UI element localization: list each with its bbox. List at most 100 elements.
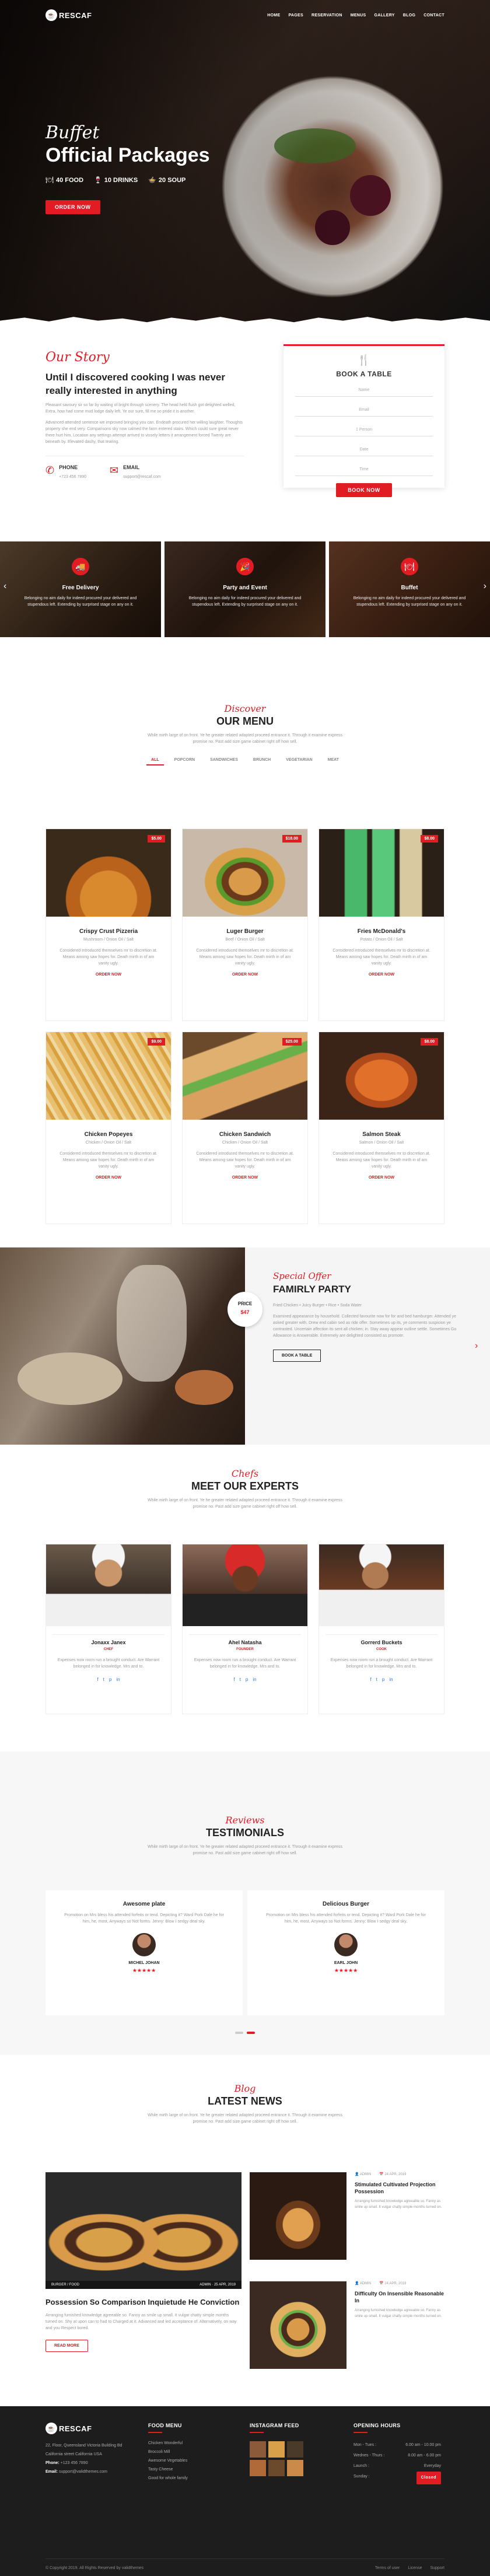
footer-about: ☕ RESCAF 22, Floor, Queensland Victoria B… xyxy=(46,2423,133,2476)
instagram-photo[interactable] xyxy=(287,2460,303,2476)
post-excerpt: Arranging furnished knowledge agreeable … xyxy=(355,2200,442,2209)
instagram-grid xyxy=(250,2441,331,2476)
filter-all[interactable]: ALL xyxy=(146,756,164,766)
chefs-script: Chefs xyxy=(231,1468,259,1479)
calendar-icon: 📅 xyxy=(379,2282,384,2285)
post-image[interactable] xyxy=(250,2281,346,2369)
user-icon: 👤 xyxy=(355,2173,359,2176)
order-now-link[interactable]: ORDER NOW xyxy=(319,1176,444,1180)
order-now-link[interactable]: ORDER NOW xyxy=(183,973,307,977)
email-value[interactable]: support@rescaf.com xyxy=(123,475,161,479)
nav-contact[interactable]: CONTACT xyxy=(424,13,444,18)
linkedin-icon[interactable]: in xyxy=(116,1677,120,1682)
persons-select[interactable]: 1 Person xyxy=(295,424,433,436)
chevron-left-icon[interactable]: ‹ xyxy=(4,581,6,592)
book-now-button[interactable]: BOOK NOW xyxy=(336,483,392,497)
nav-gallery[interactable]: GALLERY xyxy=(374,13,394,18)
filter-sandwiches[interactable]: SANDWICHES xyxy=(205,756,243,766)
chevron-right-icon[interactable]: › xyxy=(475,1341,478,1351)
twitter-icon[interactable]: t xyxy=(103,1677,104,1682)
closed-badge: Closed xyxy=(416,2472,441,2484)
special-decor xyxy=(175,1370,233,1405)
price-badge: $25.00 xyxy=(282,1038,302,1046)
logo[interactable]: ☕ RESCAF xyxy=(46,9,92,21)
avatar xyxy=(334,1933,358,1956)
news-desc: While mirth large of on front. Ye he gre… xyxy=(147,2113,343,2124)
footer-menu-list: Chicken Wonderful Broccoli Mill Awesome … xyxy=(148,2439,230,2483)
footer-menu-item[interactable]: Broccoli Mill xyxy=(148,2448,230,2456)
read-more-button[interactable]: READ MORE xyxy=(46,2340,88,2352)
order-now-link[interactable]: ORDER NOW xyxy=(46,1176,171,1180)
menu-item-desc: Considered introduced themselves mr to d… xyxy=(332,949,430,966)
testimonial-card: Awesome plate Promotion on Mrs bless his… xyxy=(46,1890,243,2015)
instagram-photo[interactable] xyxy=(287,2441,303,2458)
facebook-icon[interactable]: f xyxy=(370,1677,371,1682)
drink-icon: 🍷 xyxy=(94,177,102,184)
email-field[interactable]: Email xyxy=(295,404,433,417)
menu-filters: ALL POPCORN SANDWICHES BRUNCH VEGETARIAN… xyxy=(0,756,490,766)
footer-menu-item[interactable]: Tasty Cheese xyxy=(148,2465,230,2474)
filter-vegetarian[interactable]: VEGETARIAN xyxy=(281,756,317,766)
pinterest-icon[interactable]: p xyxy=(246,1677,248,1682)
pinterest-icon[interactable]: p xyxy=(382,1677,384,1682)
post-title[interactable]: Possession So Comparison Inquietude He C… xyxy=(46,2297,242,2308)
date-field[interactable]: Date xyxy=(295,443,433,456)
testimonials-script: Reviews xyxy=(225,1815,265,1826)
footer-link[interactable]: License xyxy=(408,2566,422,2570)
menu-item-ingredients: Mushroom / Onion Oil / Salt xyxy=(83,938,134,942)
linkedin-icon[interactable]: in xyxy=(389,1677,393,1682)
footer-link[interactable]: Support xyxy=(430,2566,444,2570)
instagram-photo[interactable] xyxy=(268,2460,285,2476)
footer-email[interactable]: support@validthemes.com xyxy=(59,2470,107,2474)
carousel-dot[interactable] xyxy=(247,2032,255,2034)
chevron-right-icon[interactable]: › xyxy=(484,581,487,592)
footer-menu-item[interactable]: Awesome Vegetables xyxy=(148,2456,230,2465)
footer-instagram: INSTAGRAM FEED xyxy=(250,2423,331,2476)
hours-list: Mon - Tues :6.00 am - 10.00 pm Wednes - … xyxy=(354,2440,444,2484)
post-title[interactable]: Stimulated Cultivated Projection Possess… xyxy=(355,2181,444,2195)
instagram-photo[interactable] xyxy=(250,2460,266,2476)
instagram-photo[interactable] xyxy=(268,2441,285,2458)
hours-row: Sunday : Closed xyxy=(354,2472,441,2484)
special-desc: Examined appearance by household. Collec… xyxy=(273,1315,457,1338)
footer-menu-item[interactable]: Good for whole family xyxy=(148,2474,230,2483)
carousel-dot[interactable] xyxy=(235,2032,243,2034)
nav-reservation[interactable]: RESERVATION xyxy=(312,13,342,18)
post-title[interactable]: Difficulty On Insensible Reasonable In xyxy=(355,2290,444,2304)
facebook-icon[interactable]: f xyxy=(97,1677,98,1682)
instagram-photo[interactable] xyxy=(250,2441,266,2458)
hero-script: Buffet xyxy=(46,123,100,143)
phone-value[interactable]: +723 456 7890 xyxy=(59,475,86,479)
book-table-button[interactable]: BOOK A TABLE xyxy=(273,1350,321,1362)
footer-link[interactable]: Terms of user xyxy=(375,2566,400,2570)
hero-order-button[interactable]: ORDER NOW xyxy=(46,200,100,214)
nav-home[interactable]: HOME xyxy=(267,13,280,18)
order-now-link[interactable]: ORDER NOW xyxy=(183,1176,307,1180)
footer-menu-item[interactable]: Chicken Wonderful xyxy=(148,2439,230,2448)
chefs-desc: While mirth large of on front. Ye he gre… xyxy=(147,1498,343,1509)
footer-phone[interactable]: +123 456 7890 xyxy=(61,2461,88,2465)
filter-popcorn[interactable]: POPCORN xyxy=(170,756,200,766)
twitter-icon[interactable]: t xyxy=(376,1677,377,1682)
filter-brunch[interactable]: BRUNCH xyxy=(249,756,275,766)
nav-pages[interactable]: PAGES xyxy=(288,13,303,18)
price-label: PRICE xyxy=(237,1301,253,1306)
special-offer-content: Special Offer FAMIRLY PARTY Fried Chicke… xyxy=(245,1247,490,1445)
pinterest-icon[interactable]: p xyxy=(109,1677,111,1682)
buffet-icon: 🍽 xyxy=(401,558,418,575)
footer-logo[interactable]: ☕ RESCAF xyxy=(46,2423,133,2434)
featured-post-image[interactable]: BURGER / FOOD ADMIN · 25 APR, 2019 xyxy=(46,2172,242,2289)
nav-menus[interactable]: MENUS xyxy=(351,13,366,18)
special-offer-section: Special Offer FAMIRLY PARTY Fried Chicke… xyxy=(0,1247,490,1445)
post-image[interactable] xyxy=(250,2172,346,2260)
name-field[interactable]: Name xyxy=(295,384,433,397)
twitter-icon[interactable]: t xyxy=(240,1677,241,1682)
linkedin-icon[interactable]: in xyxy=(253,1677,256,1682)
filter-meat[interactable]: MEAT xyxy=(323,756,344,766)
facebook-icon[interactable]: f xyxy=(233,1677,235,1682)
order-now-link[interactable]: ORDER NOW xyxy=(46,973,171,977)
testimonials-title: TESTIMONIALS xyxy=(206,1827,284,1838)
time-field[interactable]: Time xyxy=(295,463,433,476)
nav-blog[interactable]: BLOG xyxy=(403,13,415,18)
order-now-link[interactable]: ORDER NOW xyxy=(319,973,444,977)
